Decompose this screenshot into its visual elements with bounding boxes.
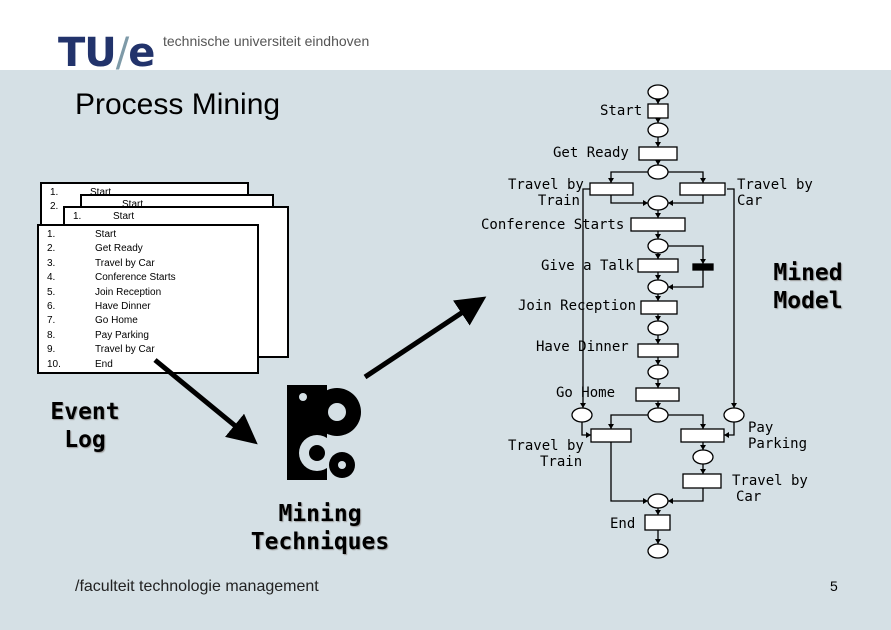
arc [668, 414, 706, 429]
footer-text: /faculteit technologie management [75, 578, 319, 595]
transition [590, 428, 632, 443]
arrows [153, 84, 745, 559]
arc [727, 188, 737, 408]
label-travel-car-1: Travel by Car [737, 177, 813, 209]
silent-transition [692, 263, 714, 271]
label-line: Train [540, 454, 583, 470]
transition [637, 343, 679, 358]
place [647, 84, 669, 100]
transition [638, 146, 678, 161]
arc [581, 422, 591, 438]
label-give-talk: Give a Talk [541, 258, 634, 274]
mined-model-label: Mined Model [763, 259, 853, 315]
place [647, 164, 669, 180]
transition [635, 387, 680, 402]
transition [589, 182, 634, 196]
mining-label-line: Techniques [250, 529, 390, 555]
arc [608, 171, 648, 183]
label-conference-starts: Conference Starts [481, 217, 625, 233]
gears-icon [287, 385, 361, 480]
label-line: Pay [748, 420, 774, 436]
transition [647, 103, 669, 119]
mining-label-line: Mining [278, 501, 362, 527]
label-line: Train [537, 193, 580, 209]
page-number: 5 [830, 578, 838, 594]
place [692, 449, 714, 465]
label-line: Travel by [737, 177, 813, 193]
arc [610, 442, 648, 504]
label-go-home: Go Home [556, 385, 616, 401]
mining-label: Mining Techniques [240, 500, 400, 556]
model-label-line: Model [773, 288, 843, 314]
mining-to-model-arrow [363, 296, 487, 380]
label-line: Travel by [508, 438, 584, 454]
place [647, 122, 669, 138]
label-join-reception: Join Reception [518, 298, 637, 314]
transition [640, 300, 678, 315]
place [647, 238, 669, 254]
arc [608, 414, 648, 429]
label-line: Car [736, 489, 762, 505]
arc [610, 195, 648, 206]
transition [630, 217, 686, 232]
transition [637, 258, 679, 273]
label-start: Start [600, 103, 643, 119]
place [647, 493, 669, 509]
label-pay-parking: Pay Parking [748, 420, 807, 452]
label-line: Car [737, 193, 763, 209]
place [647, 407, 669, 423]
arc [668, 171, 706, 183]
log-to-mining-arrow [153, 358, 258, 445]
label-end: End [610, 516, 636, 532]
label-line: Parking [748, 436, 808, 452]
arc [668, 488, 704, 504]
place [647, 543, 669, 559]
transition [644, 514, 671, 531]
place [723, 407, 745, 423]
transition [679, 182, 726, 196]
label-have-dinner: Have Dinner [536, 339, 629, 355]
label-line: Travel by [508, 177, 584, 193]
place [647, 279, 669, 295]
label-line: Travel by [732, 473, 808, 489]
transition [682, 473, 722, 489]
label-travel-car-2: Travel by Car [732, 473, 808, 505]
label-travel-train-2: Travel by Train [508, 438, 584, 470]
label-travel-train-1: Travel by Train [508, 177, 584, 209]
place [571, 407, 593, 423]
model-label-line: Mined [773, 260, 843, 286]
arc [668, 195, 704, 206]
place [647, 195, 669, 211]
place [647, 364, 669, 380]
transition [680, 428, 725, 443]
place [647, 320, 669, 336]
label-get-ready: Get Ready [553, 145, 629, 161]
arc [724, 422, 735, 438]
